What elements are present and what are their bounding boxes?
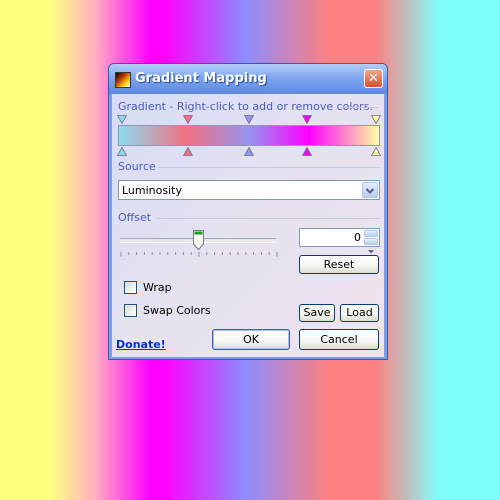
swap-colors-label: Swap Colors (143, 304, 211, 317)
window-title: Gradient Mapping (135, 71, 267, 86)
gradient-stop-handle-top[interactable] (183, 115, 194, 124)
source-divider (158, 167, 380, 168)
close-icon: ✕ (368, 71, 379, 86)
offset-spinner (364, 230, 378, 254)
gradient-stop-handle-bottom[interactable] (302, 147, 313, 156)
gradient-mapping-dialog: Gradient Mapping ✕ Gradient - Right-clic… (108, 63, 388, 360)
gradient-stop-handle-top[interactable] (302, 115, 313, 124)
swap-colors-checkbox[interactable] (124, 304, 137, 317)
save-button-label: Save (303, 306, 331, 319)
reset-button-label: Reset (323, 258, 355, 271)
ok-button[interactable]: OK (212, 329, 290, 350)
gradient-preview-bar[interactable] (118, 125, 380, 146)
spin-up-button[interactable] (364, 230, 378, 245)
source-dropdown-button[interactable] (362, 182, 378, 198)
arrow-down-icon (368, 250, 374, 254)
load-button[interactable]: Load (340, 304, 379, 322)
gradient-stop-handle-top[interactable] (371, 115, 381, 124)
gradient-stop-handle-bottom[interactable] (117, 147, 127, 156)
cancel-button-label: Cancel (320, 333, 358, 346)
wrap-label: Wrap (143, 281, 172, 294)
source-selected-value: Luminosity (122, 184, 182, 197)
dialog-body: Gradient - Right-click to add or remove … (112, 94, 384, 357)
save-button[interactable]: Save (299, 304, 335, 322)
offset-slider-ticks (120, 252, 278, 257)
load-button-label: Load (346, 306, 373, 319)
chevron-down-icon (365, 188, 375, 194)
gradient-stop-handle-top[interactable] (244, 115, 254, 124)
gradient-divider (341, 107, 379, 108)
close-button[interactable]: ✕ (364, 69, 383, 88)
gradient-stop-handle-top[interactable] (117, 115, 127, 124)
spin-down-button[interactable] (364, 238, 378, 254)
ok-button-label: OK (243, 333, 259, 346)
offset-number-input[interactable]: 0 (299, 228, 380, 254)
reset-button[interactable]: Reset (299, 255, 379, 274)
gradient-stop-handle-bottom[interactable] (183, 147, 194, 156)
donate-link[interactable]: Donate! (116, 338, 166, 351)
gradient-app-icon (115, 72, 131, 88)
gradient-stop-handle-bottom[interactable] (244, 147, 254, 156)
cancel-button[interactable]: Cancel (299, 329, 379, 350)
gradient-label: Gradient - Right-click to add or remove … (118, 100, 373, 113)
gradient-stop-handle-bottom[interactable] (371, 147, 381, 156)
offset-label: Offset (118, 211, 152, 224)
offset-value: 0 (354, 231, 361, 244)
wrap-checkbox[interactable] (124, 281, 137, 294)
title-bar[interactable]: Gradient Mapping ✕ (109, 64, 387, 94)
source-select[interactable]: Luminosity (118, 180, 380, 200)
source-label: Source (118, 160, 156, 173)
offset-slider-thumb[interactable] (192, 230, 204, 250)
offset-divider (156, 218, 380, 219)
